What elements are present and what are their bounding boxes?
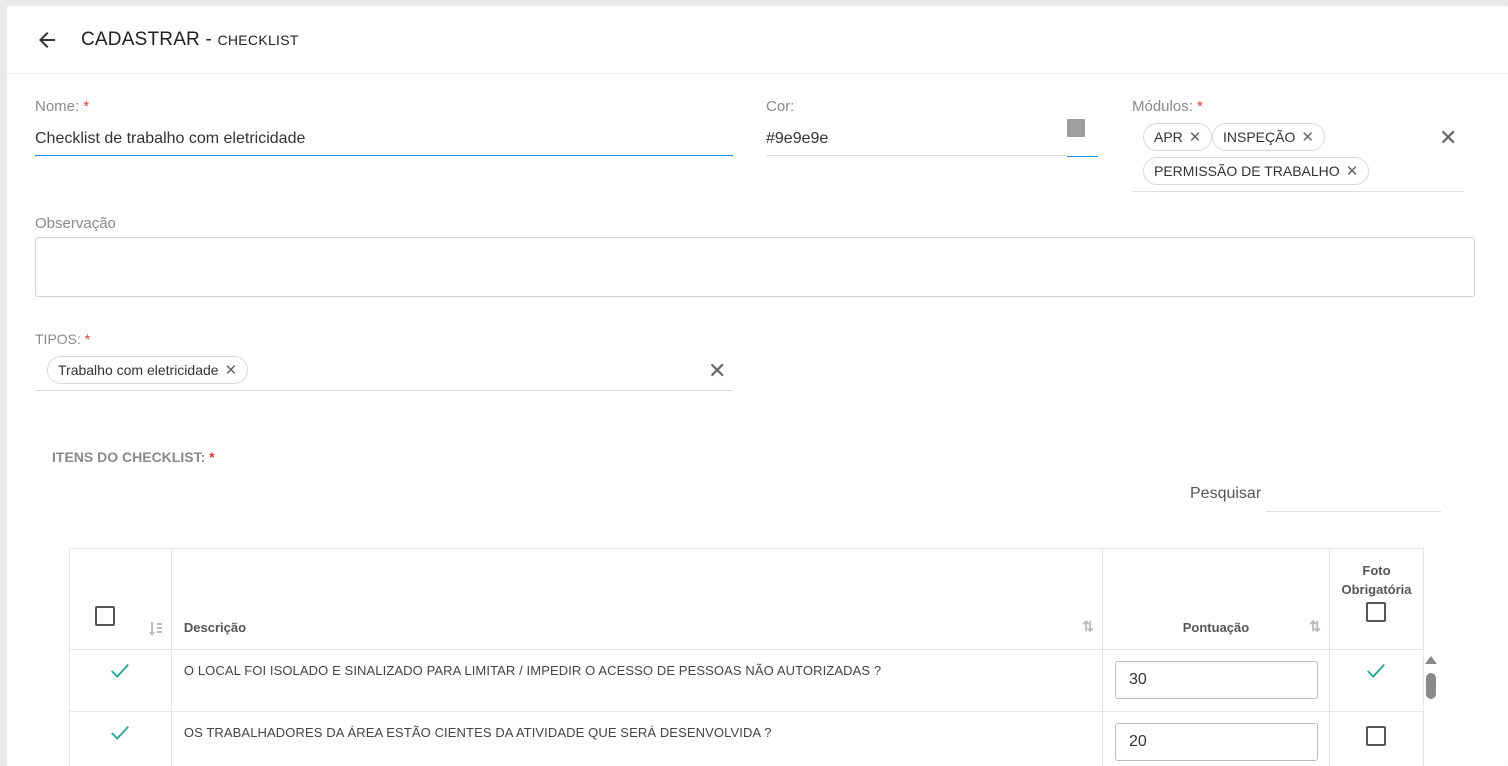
modulo-chip-permissao: PERMISSÃO DE TRABALHO ✕	[1143, 157, 1370, 185]
itens-section-title: ITENS DO CHECKLIST: *	[52, 449, 215, 465]
clear-tipos-icon[interactable]: ✕	[708, 360, 726, 382]
observacao-textarea[interactable]	[35, 237, 1475, 297]
descricao-cell: OS TRABALHADORES DA ÁREA ESTÃO CIENTES D…	[170, 711, 1104, 766]
sort-icon[interactable]: ⇅	[1309, 618, 1321, 635]
pontuacao-header[interactable]: Pontuação ⇅	[1102, 548, 1330, 650]
table-header-row: Descrição ⇅ Pontuação ⇅ Foto Obrigatória	[69, 548, 1425, 650]
row-select-cell	[69, 711, 172, 766]
foto-header-label: Foto Obrigatória	[1341, 563, 1412, 597]
pontuacao-cell	[1102, 711, 1330, 766]
select-all-checkbox[interactable]	[95, 606, 116, 626]
search-input[interactable]	[1266, 484, 1441, 512]
tipos-underline	[35, 390, 733, 391]
page-subtitle: CHECKLIST	[217, 32, 299, 48]
table-scrollbar[interactable]	[1425, 656, 1437, 766]
remove-chip-icon[interactable]: ✕	[1301, 130, 1314, 145]
clear-modulos-icon[interactable]: ✕	[1439, 127, 1457, 149]
remove-chip-icon[interactable]: ✕	[225, 363, 238, 378]
scroll-up-icon[interactable]	[1425, 656, 1437, 664]
sort-numeric-icon[interactable]	[148, 621, 163, 637]
pontuacao-input[interactable]	[1115, 661, 1318, 699]
foto-cell	[1328, 711, 1425, 766]
foto-header: Foto Obrigatória	[1328, 548, 1425, 650]
remove-chip-icon[interactable]: ✕	[1189, 130, 1202, 145]
check-icon[interactable]	[1365, 660, 1387, 682]
foto-cell	[1328, 649, 1425, 712]
remove-chip-icon[interactable]: ✕	[1346, 164, 1359, 179]
modulo-chip-inspecao: INSPEÇÃO ✕	[1212, 123, 1325, 151]
descricao-cell: O LOCAL FOI ISOLADO E SINALIZADO PARA LI…	[170, 649, 1104, 712]
modulo-chip-apr: APR ✕	[1143, 123, 1213, 151]
checklist-items-table: Descrição ⇅ Pontuação ⇅ Foto Obrigatória…	[69, 548, 1425, 766]
descricao-header[interactable]: Descrição ⇅	[170, 548, 1104, 650]
cor-label: Cor:	[766, 98, 795, 115]
tipo-chip-eletricidade: Trabalho com eletricidade ✕	[47, 356, 249, 384]
tipos-label: TIPOS: *	[35, 331, 91, 347]
table-row: OS TRABALHADORES DA ÁREA ESTÃO CIENTES D…	[69, 711, 1425, 766]
pontuacao-cell	[1102, 649, 1330, 712]
nome-label: Nome: *	[35, 98, 90, 115]
modulos-label: Módulos: *	[1132, 98, 1203, 115]
page-title: CADASTRAR - CHECKLIST	[81, 29, 299, 50]
scroll-thumb[interactable]	[1426, 673, 1436, 699]
foto-all-checkbox[interactable]	[1366, 602, 1387, 622]
sort-icon[interactable]: ⇅	[1082, 618, 1094, 635]
search-label: Pesquisar	[1190, 485, 1262, 502]
foto-checkbox[interactable]	[1366, 726, 1387, 746]
color-swatch-underline	[1067, 156, 1098, 157]
observacao-label: Observação	[35, 215, 116, 232]
cor-input[interactable]	[766, 130, 1066, 156]
row-select-cell	[69, 649, 172, 712]
table-row: O LOCAL FOI ISOLADO E SINALIZADO PARA LI…	[69, 649, 1425, 712]
check-icon[interactable]	[109, 660, 131, 682]
form-card: CADASTRAR - CHECKLIST Nome: * Cor: Módul…	[7, 6, 1508, 766]
pontuacao-input[interactable]	[1115, 723, 1318, 761]
color-swatch[interactable]	[1067, 119, 1085, 137]
select-all-header	[69, 548, 172, 650]
modulos-underline	[1132, 191, 1464, 192]
nome-input[interactable]	[35, 130, 733, 156]
page-header: CADASTRAR - CHECKLIST	[7, 6, 1508, 74]
back-arrow-icon[interactable]	[35, 28, 59, 52]
check-icon[interactable]	[109, 722, 131, 744]
